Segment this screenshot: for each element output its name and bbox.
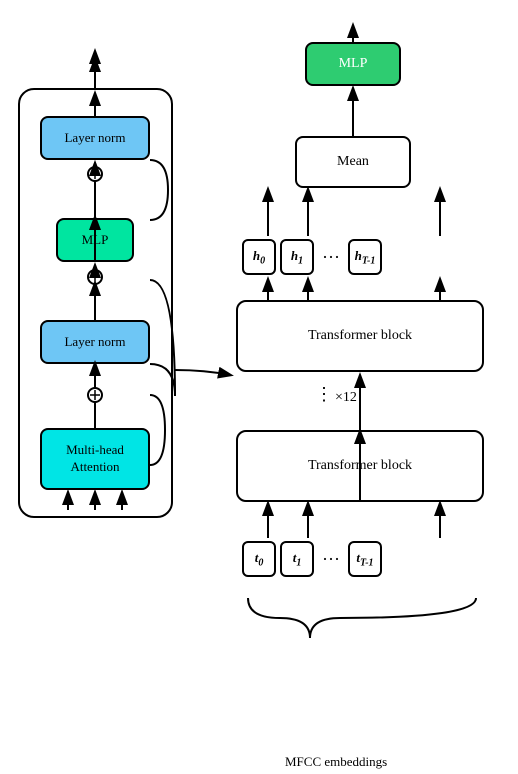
mean-node: Mean — [295, 136, 411, 188]
mfcc-label: MFCC embeddings — [285, 754, 387, 770]
h0-token: h0 — [242, 239, 276, 275]
t1-token: t1 — [280, 541, 314, 577]
vertical-dots: ⋮ — [315, 385, 333, 403]
h-dots: ··· — [318, 247, 344, 268]
mlp-left-node: MLP — [56, 218, 134, 262]
hT1-token: hT-1 — [348, 239, 382, 275]
mlp-right-node: MLP — [305, 42, 401, 86]
mha-node: Multi-head Attention — [40, 428, 150, 490]
diagram: Layer norm MLP Layer norm Multi-head Att… — [0, 0, 518, 774]
t-dots: ··· — [318, 549, 344, 570]
t0-token: t0 — [242, 541, 276, 577]
transformer-bot-block: Transformer block — [236, 430, 484, 502]
layer-norm-top-node: Layer norm — [40, 116, 150, 160]
t-tokens-row: t0 t1 ··· tT-1 — [242, 538, 482, 580]
transformer-top-block: Transformer block — [236, 300, 484, 372]
times-12-label: ×12 — [335, 390, 357, 406]
layer-norm-bot-node: Layer norm — [40, 320, 150, 364]
h-tokens-row: h0 h1 ··· hT-1 — [242, 236, 482, 278]
tT1-token: tT-1 — [348, 541, 382, 577]
h1-token: h1 — [280, 239, 314, 275]
